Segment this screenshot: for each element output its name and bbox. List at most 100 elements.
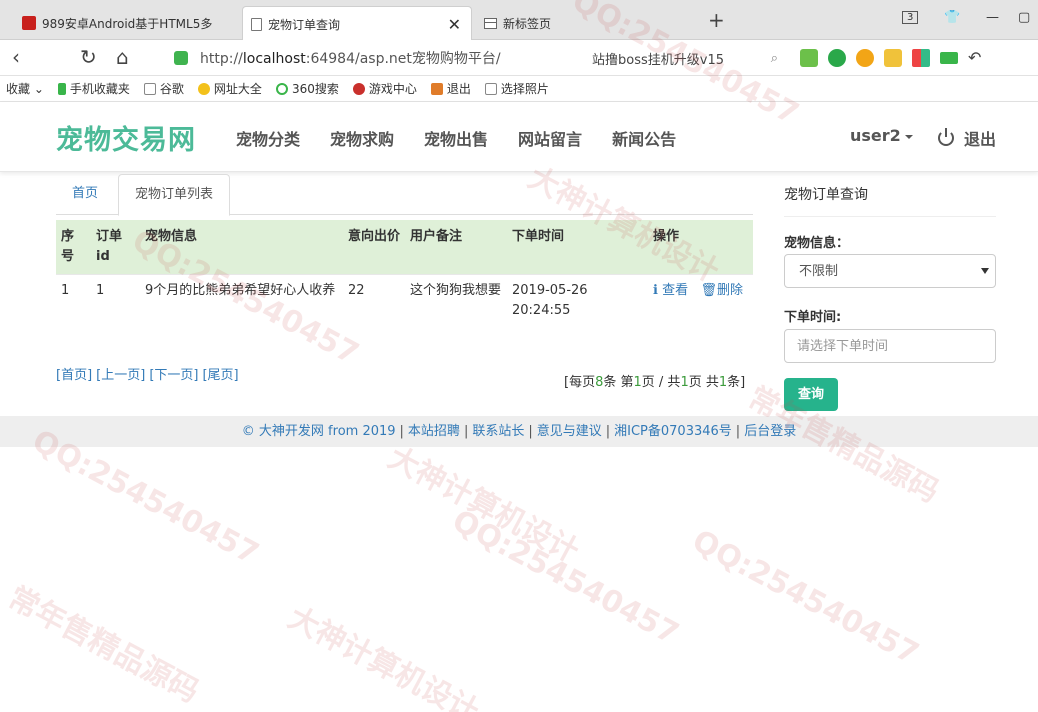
- minimize-icon[interactable]: —: [986, 10, 999, 25]
- col-header-index: 序号: [56, 220, 91, 275]
- menu-pet-sale[interactable]: 宠物出售: [424, 126, 488, 150]
- user-dropdown[interactable]: user2: [850, 126, 913, 145]
- tab-title: 新标签页: [503, 16, 552, 31]
- tab-home[interactable]: 首页: [56, 174, 114, 215]
- undo-icon[interactable]: ↶: [968, 49, 986, 67]
- browser-tab-bar: 989安卓Android基于HTML5多 宠物订单查询 ✕ 新标签页 + 3 👕…: [0, 0, 1038, 41]
- cell-order-id: 1: [91, 274, 140, 327]
- shirt-icon[interactable]: 👕: [944, 10, 960, 25]
- pager-first[interactable]: [首页]: [56, 368, 92, 383]
- search-icon[interactable]: ⌕: [771, 51, 778, 66]
- exit-icon: [430, 82, 443, 95]
- info-icon: ℹ: [653, 283, 658, 298]
- bookmark-item[interactable]: 谷歌: [143, 80, 184, 97]
- pet-info-label: 宠物信息：: [784, 236, 850, 251]
- caret-down-icon: [904, 134, 913, 139]
- main-menu: 宠物分类 宠物求购 宠物出售 网站留言 新闻公告: [236, 126, 706, 150]
- scissors-icon[interactable]: [800, 49, 818, 67]
- col-header-order-id: 订单id: [91, 220, 140, 275]
- footer-copyright: © 大神开发网 from 2019: [241, 424, 396, 439]
- tab-title: 宠物订单查询: [268, 17, 341, 32]
- col-header-actions: 操作: [648, 220, 753, 275]
- bookmark-item[interactable]: 网址大全: [197, 80, 262, 97]
- col-header-remark: 用户备注: [405, 220, 507, 275]
- menu-pet-category[interactable]: 宠物分类: [236, 126, 300, 150]
- tab-count-badge[interactable]: 3: [902, 11, 919, 24]
- watermark: 大神计算机设计: [382, 440, 585, 570]
- bookmark-favorites[interactable]: 收藏 ⌄: [6, 80, 44, 97]
- bookmark-item[interactable]: 手机收藏夹: [57, 80, 130, 97]
- battery-icon[interactable]: [940, 52, 958, 64]
- dropdown-arrow-icon: [981, 268, 989, 274]
- page-info: [每页8条 第1页 / 共1页 共1条]: [564, 375, 746, 390]
- footer-link-jobs[interactable]: 本站招聘: [408, 424, 460, 439]
- toolbar-icons: ↶: [800, 49, 986, 67]
- view-link[interactable]: ℹ 查看: [653, 283, 688, 298]
- site-footer: © 大神开发网 from 2019 | 本站招聘 | 联系站长 | 意见与建议 | 湘ICP备0…: [0, 416, 1038, 447]
- site-navbar: 宠物交易网 宠物分类 宠物求购 宠物出售 网站留言 新闻公告 user2 退出: [0, 102, 1038, 172]
- order-time-label: 下单时间:: [784, 310, 842, 325]
- pager-next[interactable]: [下一页]: [149, 368, 198, 383]
- logout-button[interactable]: 退出: [938, 126, 996, 150]
- pager-last[interactable]: [尾页]: [202, 368, 238, 383]
- cell-remark: 这个狗狗我想要: [405, 274, 507, 327]
- apps-icon[interactable]: [912, 49, 930, 67]
- order-time-input[interactable]: 请选择下单时间: [784, 329, 996, 363]
- pet-info-select[interactable]: 不限制: [784, 254, 996, 288]
- table-header-row: 序号 订单id 宠物信息 意向出价 用户备注 下单时间 操作: [56, 220, 753, 275]
- orders-table: 序号 订单id 宠物信息 意向出价 用户备注 下单时间 操作 1 1 9个月的比…: [56, 220, 753, 327]
- back-icon[interactable]: ‹: [12, 45, 20, 69]
- col-header-pet-info: 宠物信息: [140, 220, 343, 275]
- url-field[interactable]: http://localhost:64984/asp.net宠物购物平台/: [164, 45, 574, 71]
- pager-prev[interactable]: [上一页]: [96, 368, 145, 383]
- translate-icon[interactable]: [828, 49, 846, 67]
- home-icon[interactable]: ⌂: [116, 45, 129, 69]
- menu-guestbook[interactable]: 网站留言: [518, 126, 582, 150]
- 360-search-icon: [275, 82, 288, 95]
- footer-link-admin[interactable]: 后台登录: [744, 424, 796, 439]
- restore-icon[interactable]: ▢: [1018, 10, 1030, 25]
- reload-icon[interactable]: ↻: [80, 45, 97, 69]
- trash-icon: 🗑: [700, 283, 718, 298]
- url-text: http://localhost:64984/asp.net宠物购物平台/: [200, 51, 501, 67]
- tab-order-list[interactable]: 宠物订单列表: [118, 174, 231, 216]
- sites-icon: [197, 82, 210, 95]
- cell-index: 1: [56, 274, 91, 327]
- coin-icon[interactable]: [856, 49, 874, 67]
- content-tabs: 首页 宠物订单列表: [56, 174, 753, 216]
- add-tab-icon[interactable]: +: [708, 8, 725, 32]
- query-button[interactable]: 查询: [784, 378, 838, 411]
- bookmark-item[interactable]: 选择照片: [484, 80, 549, 97]
- watermark: 大神计算机设计: [282, 600, 485, 712]
- site-favicon-icon: [22, 16, 36, 30]
- browser-tab[interactable]: 新标签页: [476, 6, 696, 40]
- watermark: QQ:254540457: [686, 523, 925, 672]
- cell-price: 22: [343, 274, 405, 327]
- menu-news[interactable]: 新闻公告: [612, 126, 676, 150]
- bookmarks-bar: 收藏 ⌄ 手机收藏夹 谷歌 网址大全 360搜索 游戏中心 退出 选择照片: [0, 76, 1038, 102]
- cell-pet-info: 9个月的比熊弟弟希望好心人收养: [140, 274, 343, 327]
- page-icon: [484, 82, 497, 95]
- footer-link-contact[interactable]: 联系站长: [472, 424, 524, 439]
- pager: [首页] [上一页] [下一页] [尾页]: [56, 364, 243, 383]
- bookmark-item[interactable]: 360搜索: [275, 80, 339, 97]
- col-header-time: 下单时间: [507, 220, 648, 275]
- site-brand[interactable]: 宠物交易网: [56, 118, 196, 157]
- close-tab-icon[interactable]: ✕: [448, 15, 461, 34]
- browser-tab-active[interactable]: 宠物订单查询 ✕: [242, 6, 472, 41]
- game-icon[interactable]: [884, 49, 902, 67]
- footer-link-feedback[interactable]: 意见与建议: [537, 424, 602, 439]
- menu-pet-wanted[interactable]: 宠物求购: [330, 126, 394, 150]
- search-field[interactable]: 站撸boss挂机升级v15 ⌕: [578, 45, 778, 71]
- address-bar: ‹ ↻ ⌂ http://localhost:64984/asp.net宠物购物…: [0, 40, 1038, 76]
- delete-link[interactable]: 🗑删除: [701, 283, 744, 298]
- bookmark-item[interactable]: 退出: [430, 80, 471, 97]
- watermark: QQ:254540457: [446, 503, 685, 652]
- bookmark-item[interactable]: 游戏中心: [352, 80, 417, 97]
- security-shield-icon: [174, 51, 188, 65]
- page-icon: [143, 82, 156, 95]
- cell-actions: ℹ 查看 🗑删除: [648, 274, 753, 327]
- power-icon: [938, 128, 954, 146]
- footer-link-icp[interactable]: 湘ICP备0703346号: [614, 424, 732, 439]
- browser-tab[interactable]: 989安卓Android基于HTML5多: [14, 6, 242, 40]
